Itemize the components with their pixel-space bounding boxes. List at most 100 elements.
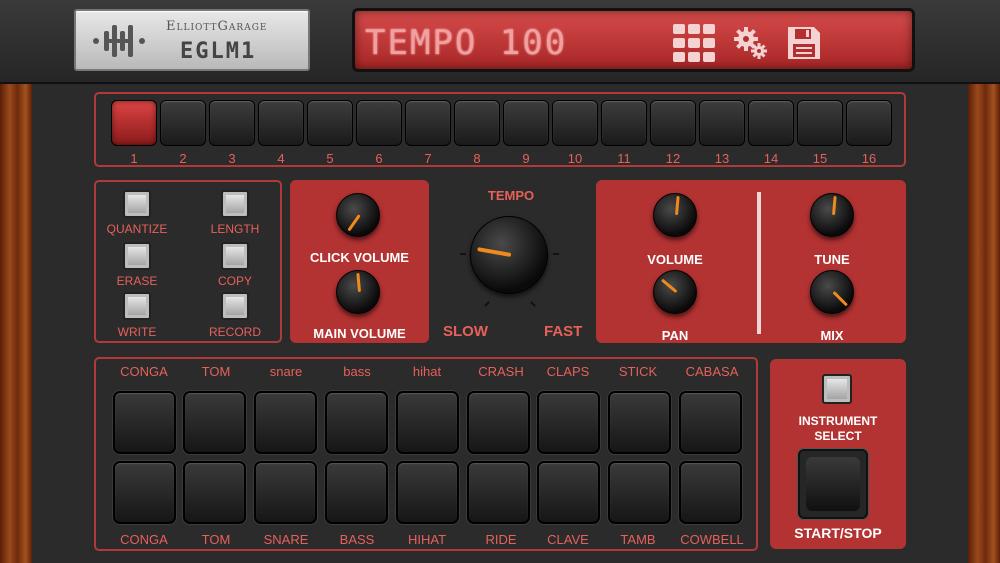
tempo-tick	[460, 253, 466, 255]
step-number: 13	[714, 151, 730, 166]
record-button[interactable]	[221, 292, 249, 320]
pad-label-top: CRASH	[478, 364, 524, 379]
drum-pad-tamb[interactable]	[608, 461, 671, 524]
lcd-text: TEMPO 100	[365, 23, 568, 63]
tempo-fast-label: FAST	[544, 323, 583, 340]
write-button[interactable]	[123, 292, 151, 320]
pad-label-top: STICK	[618, 364, 658, 379]
knob-indicator	[832, 290, 848, 307]
wood-side-panel-left	[0, 84, 32, 563]
drum-pad-tom-top[interactable]	[183, 391, 246, 454]
drum-pad-stick[interactable]	[608, 391, 671, 454]
step-number: 1	[130, 151, 138, 166]
drum-pad-claps[interactable]	[537, 391, 600, 454]
drum-pad-snare-bottom[interactable]	[254, 461, 317, 524]
start-stop-button[interactable]	[798, 449, 868, 519]
drum-pad-crash[interactable]	[467, 391, 530, 454]
pad-label-top: CABASA	[685, 364, 739, 379]
step-number: 6	[375, 151, 383, 166]
tempo-tick	[530, 301, 536, 307]
drum-pad-conga-bottom[interactable]	[113, 461, 176, 524]
erase-label: ERASE	[116, 274, 158, 288]
step-number: 5	[326, 151, 334, 166]
step-number: 2	[179, 151, 187, 166]
tune-label: TUNE	[814, 252, 850, 267]
volume-label: VOLUME	[647, 252, 703, 267]
step-number: 9	[522, 151, 530, 166]
brand-waveform-icon	[93, 25, 145, 57]
instrument-select-label-line1: INSTRUMENT	[798, 414, 878, 428]
grid-icon[interactable]	[673, 23, 715, 63]
knob-indicator	[356, 273, 361, 293]
pan-label: PAN	[661, 328, 689, 343]
step-button-2[interactable]	[160, 100, 206, 146]
tempo-knob[interactable]	[470, 216, 548, 294]
step-button-11[interactable]	[601, 100, 647, 146]
step-button-12[interactable]	[650, 100, 696, 146]
start-stop-label: START/STOP	[794, 525, 882, 541]
step-button-15[interactable]	[797, 100, 843, 146]
brand-logo: ElliottGarage EGLM1	[74, 9, 310, 71]
drum-pad-cabasa[interactable]	[679, 391, 742, 454]
step-number: 3	[228, 151, 236, 166]
step-button-1[interactable]	[111, 100, 157, 146]
save-disk-icon[interactable]	[783, 23, 825, 63]
volume-knob[interactable]	[653, 193, 697, 237]
step-button-7[interactable]	[405, 100, 451, 146]
step-button-16[interactable]	[846, 100, 892, 146]
tune-knob[interactable]	[810, 193, 854, 237]
click-volume-label: CLICK VOLUME	[310, 250, 409, 265]
copy-button[interactable]	[221, 242, 249, 270]
settings-gears-icon[interactable]	[730, 23, 772, 63]
drum-pad-snare-top[interactable]	[254, 391, 317, 454]
step-button-4[interactable]	[258, 100, 304, 146]
click-volume-knob[interactable]	[336, 193, 380, 237]
length-label: LENGTH	[210, 222, 260, 236]
pad-label-top: bass	[343, 364, 371, 379]
length-button[interactable]	[221, 190, 249, 218]
pad-label-bottom: COWBELL	[680, 532, 744, 547]
drum-pad-hihat-bottom[interactable]	[396, 461, 459, 524]
drum-pad-conga-top[interactable]	[113, 391, 176, 454]
mix-label: MIX	[820, 328, 844, 343]
instrument-controls-panel: VOLUME PAN TUNE MIX	[596, 180, 906, 343]
pad-label-top: CLAPS	[546, 364, 590, 379]
drum-pad-tom-bottom[interactable]	[183, 461, 246, 524]
erase-button[interactable]	[123, 242, 151, 270]
pad-label-bottom: RIDE	[485, 532, 517, 547]
record-label: RECORD	[208, 325, 261, 339]
tempo-tick	[484, 301, 490, 307]
mix-knob[interactable]	[810, 270, 854, 314]
step-number: 14	[763, 151, 779, 166]
drum-pad-cowbell[interactable]	[679, 461, 742, 524]
step-button-8[interactable]	[454, 100, 500, 146]
step-number: 8	[473, 151, 481, 166]
drum-pad-bass-top[interactable]	[325, 391, 388, 454]
transport-panel: INSTRUMENT SELECT START/STOP	[770, 359, 906, 549]
drum-pad-hihat-top[interactable]	[396, 391, 459, 454]
pad-label-top: CONGA	[120, 364, 168, 379]
drum-pad-ride[interactable]	[467, 461, 530, 524]
step-button-10[interactable]	[552, 100, 598, 146]
knob-indicator	[675, 196, 680, 216]
pad-label-bottom: BASS	[339, 532, 375, 547]
lcd-display: TEMPO 100	[352, 8, 915, 72]
step-number: 10	[567, 151, 583, 166]
pad-label-bottom: SNARE	[263, 532, 309, 547]
step-button-3[interactable]	[209, 100, 255, 146]
drum-pad-clave[interactable]	[537, 461, 600, 524]
step-button-5[interactable]	[307, 100, 353, 146]
start-stop-button-face	[806, 457, 860, 511]
step-button-13[interactable]	[699, 100, 745, 146]
step-number: 16	[861, 151, 877, 166]
write-label: WRITE	[117, 325, 157, 339]
step-button-14[interactable]	[748, 100, 794, 146]
panel-divider	[757, 192, 761, 334]
instrument-select-button[interactable]	[822, 374, 852, 404]
pan-knob[interactable]	[653, 270, 697, 314]
main-volume-knob[interactable]	[336, 270, 380, 314]
step-button-6[interactable]	[356, 100, 402, 146]
step-button-9[interactable]	[503, 100, 549, 146]
drum-pad-bass-bottom[interactable]	[325, 461, 388, 524]
quantize-button[interactable]	[123, 190, 151, 218]
